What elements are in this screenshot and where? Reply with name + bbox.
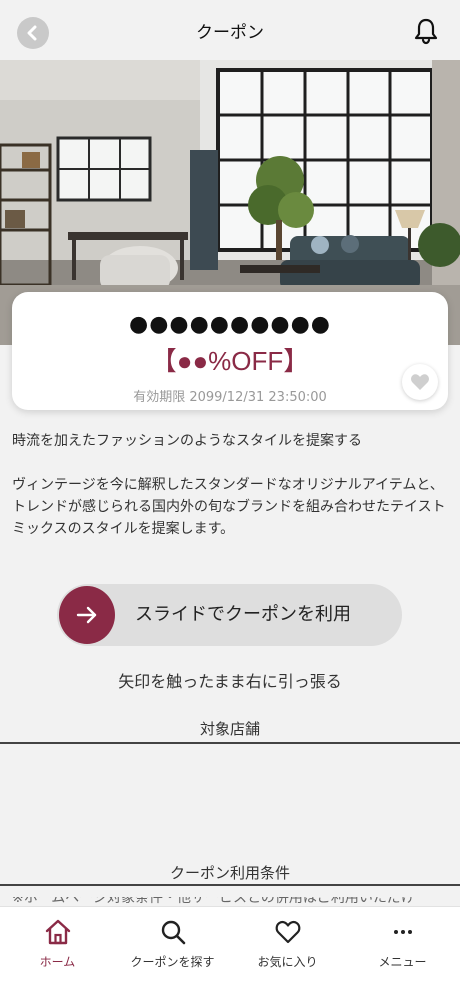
top-bar: クーポン <box>0 0 460 60</box>
coupon-expiry: 有効期限 2099/12/31 23:50:00 <box>133 390 327 405</box>
description-paragraph: 時流を加えたファッションのようなスタイルを提案する <box>12 433 362 449</box>
tab-label: メニュー <box>378 955 427 969</box>
tab-find-coupons[interactable]: クーポンを探す <box>115 907 230 996</box>
page-title: クーポン <box>196 22 264 43</box>
section-divider <box>0 742 460 744</box>
window-left <box>56 136 152 202</box>
arrow-right-icon <box>76 606 97 624</box>
home-icon <box>43 917 73 947</box>
slider-handle[interactable] <box>59 586 115 644</box>
tab-label: ホーム <box>39 955 76 969</box>
back-button[interactable] <box>17 17 49 49</box>
chevron-left-icon <box>27 25 37 41</box>
notification-button[interactable] <box>412 17 440 45</box>
window-right <box>216 68 434 252</box>
search-icon <box>158 917 188 947</box>
coupon-name: ●●●●●●●●●● <box>129 312 331 337</box>
bottom-tab-bar: ホーム クーポンを探す お気に入り メニュー <box>0 906 460 996</box>
tab-label: クーポンを探す <box>130 955 215 969</box>
tab-favorites[interactable]: お気に入り <box>230 907 345 996</box>
slider-hint: 矢印を触ったまま右に引っ張る <box>118 672 342 691</box>
coupon-description: 時流を加えたファッションのようなスタイルを提案する ヴィンテージを今に解釈したス… <box>12 430 448 540</box>
tab-label: お気に入り <box>257 955 318 969</box>
section-divider <box>0 884 460 886</box>
conditions-heading: クーポン利用条件 <box>169 864 290 882</box>
bell-icon <box>414 18 438 45</box>
target-stores-heading: 対象店舗 <box>199 720 260 738</box>
description-paragraph: ヴィンテージを今に解釈したスタンダードなオリジナルアイテムと、トレンドが感じられ… <box>12 477 446 537</box>
coupon-card: ●●●●●●●●●● 【●●%OFF】 有効期限 2099/12/31 23:5… <box>12 292 448 410</box>
coupon-discount: 【●●%OFF】 <box>150 346 310 376</box>
favorite-button[interactable] <box>402 364 438 400</box>
tab-home[interactable]: ホーム <box>0 907 115 996</box>
heart-icon <box>411 374 429 390</box>
tab-menu[interactable]: メニュー <box>345 907 460 996</box>
use-coupon-slider[interactable]: スライドでクーポンを利用 <box>57 584 402 646</box>
more-icon <box>388 917 418 947</box>
heart-icon <box>273 917 303 947</box>
slider-label: スライドでクーポンを利用 <box>135 604 351 625</box>
